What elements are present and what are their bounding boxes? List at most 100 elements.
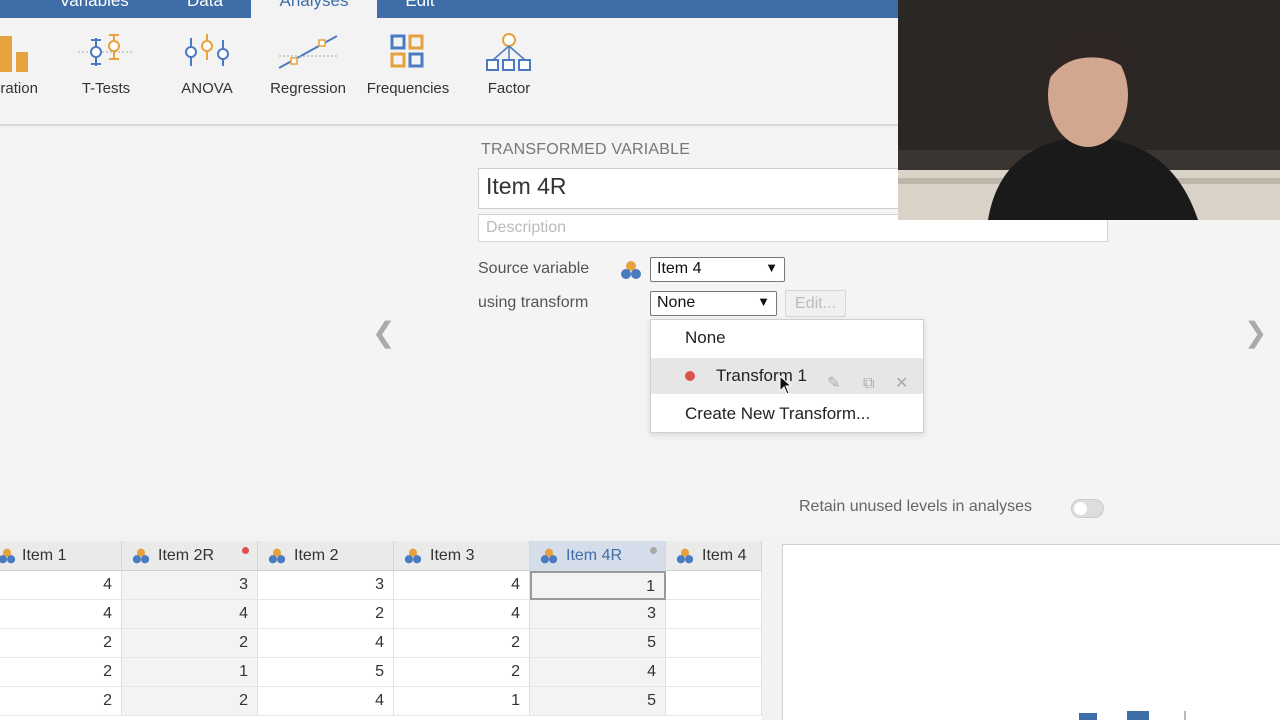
transform-indicator-dot — [242, 547, 249, 554]
table-cell[interactable]: 1 — [394, 687, 530, 716]
ribbon-label: Regression — [270, 80, 346, 97]
ribbon-regression-button[interactable]: Regression — [266, 32, 350, 97]
ribbon-frequencies-button[interactable]: Frequencies — [362, 32, 454, 97]
ribbon-exploration-button[interactable]: oration — [0, 32, 50, 97]
nominal-variable-icon — [268, 548, 286, 564]
nominal-variable-icon — [0, 548, 16, 564]
table-cell[interactable]: 2 — [0, 658, 122, 687]
column-name: Item 2R — [158, 547, 215, 564]
table-cell[interactable] — [666, 629, 762, 658]
mouse-cursor-icon — [779, 375, 793, 395]
ribbon-label: Factor — [487, 80, 531, 97]
frequencies-icon — [390, 34, 424, 68]
table-cell[interactable]: 2 — [0, 629, 122, 658]
column-header-item-2r[interactable]: Item 2R — [122, 541, 258, 571]
previous-variable-arrow-icon[interactable]: ❮ — [372, 316, 395, 349]
chevron-down-icon: ▼ — [757, 294, 770, 309]
transform-value: None — [657, 294, 696, 311]
table-cell[interactable]: 5 — [530, 629, 666, 658]
table-cell[interactable]: 3 — [122, 571, 258, 600]
transform-name: Transform 1 — [716, 366, 808, 385]
dropdown-item-transform-1[interactable]: Transform 1 ✎ ⧉ ✕ — [651, 358, 923, 395]
anova-icon — [185, 34, 229, 66]
ribbon-factor-button[interactable]: Factor — [480, 32, 538, 97]
column-name: Item 4R — [566, 547, 623, 564]
section-title: TRANSFORMED VARIABLE — [481, 141, 691, 158]
table-cell[interactable]: 2 — [394, 629, 530, 658]
column-header-item-2[interactable]: Item 2 — [258, 541, 394, 571]
ribbon-ttests-button[interactable]: T-Tests — [70, 32, 142, 97]
results-panel — [782, 544, 1280, 720]
table-cell[interactable]: 4 — [258, 687, 394, 716]
ribbon-anova-button[interactable]: ANOVA — [172, 32, 242, 97]
tab-variables[interactable]: Variables — [40, 0, 148, 18]
nominal-variable-icon — [540, 548, 558, 564]
table-cell[interactable]: 4 — [530, 658, 666, 687]
column-header-item-4[interactable]: Item 4 — [666, 541, 762, 571]
table-cell[interactable] — [666, 571, 762, 600]
ribbon-label: oration — [0, 80, 38, 97]
table-cell[interactable]: 4 — [0, 571, 122, 600]
column-header-item-4r[interactable]: Item 4R — [530, 541, 666, 571]
table-cell[interactable]: 4 — [394, 571, 530, 600]
ribbon-label: Frequencies — [366, 80, 450, 97]
table-cell[interactable]: 2 — [394, 658, 530, 687]
regression-icon — [278, 35, 338, 69]
column-name: Item 3 — [430, 547, 475, 564]
webcam-video-overlay — [898, 0, 1280, 220]
column-header-item-1[interactable]: Item 1 — [0, 541, 122, 571]
table-cell-selected[interactable]: 1 — [530, 571, 666, 600]
column-name: Item 1 — [22, 547, 67, 564]
transform-color-dot — [685, 371, 695, 381]
dropdown-item-create-new-transform[interactable]: Create New Transform... — [651, 396, 923, 432]
using-transform-label: using transform — [478, 294, 589, 311]
nominal-variable-icon — [621, 261, 641, 279]
ribbon-label: ANOVA — [181, 80, 233, 97]
retain-unused-levels-toggle[interactable] — [1071, 499, 1104, 518]
table-cell[interactable]: 4 — [258, 629, 394, 658]
table-cell[interactable] — [666, 687, 762, 716]
nominal-variable-icon — [404, 548, 422, 564]
exploration-icon — [0, 36, 28, 72]
tab-analyses[interactable]: Analyses — [251, 0, 377, 18]
transform-dropdown-menu: None Transform 1 ✎ ⧉ ✕ Create New Transf… — [650, 319, 924, 433]
source-variable-select[interactable]: Item 4 ▼ — [650, 257, 785, 282]
retain-unused-levels-label: Retain unused levels in analyses — [799, 498, 1033, 515]
ttests-icon — [78, 34, 134, 66]
webcam-person-image — [898, 0, 1280, 220]
dropdown-item-none[interactable]: None — [651, 320, 923, 356]
tab-edit[interactable]: Edit — [390, 0, 450, 18]
table-cell[interactable]: 2 — [122, 687, 258, 716]
results-partial-chart-icon — [1079, 711, 1186, 720]
chevron-down-icon: ▼ — [765, 260, 778, 275]
table-cell[interactable] — [666, 658, 762, 687]
ribbon-label: T-Tests — [81, 80, 131, 97]
edit-transform-button[interactable]: Edit... — [785, 290, 846, 317]
transform-indicator-dot — [650, 547, 657, 554]
spreadsheet-body: 4 3 3 4 1 4 4 2 4 3 2 2 4 2 5 2 1 5 2 4 … — [0, 571, 762, 720]
factor-icon — [486, 33, 531, 71]
next-variable-arrow-icon[interactable]: ❯ — [1244, 316, 1267, 349]
table-cell[interactable]: 4 — [394, 600, 530, 629]
table-cell[interactable]: 2 — [122, 629, 258, 658]
table-cell[interactable]: 4 — [0, 600, 122, 629]
tab-data[interactable]: Data — [170, 0, 240, 18]
table-cell[interactable]: 2 — [0, 687, 122, 716]
table-cell[interactable]: 5 — [530, 687, 666, 716]
column-name: Item 2 — [294, 547, 339, 564]
table-cell[interactable]: 5 — [258, 658, 394, 687]
spreadsheet-header: Item 1 Item 2R Item 2 Item 3 Item 4R Ite… — [0, 541, 762, 571]
column-header-item-3[interactable]: Item 3 — [394, 541, 530, 571]
table-cell[interactable]: 2 — [258, 600, 394, 629]
nominal-variable-icon — [132, 548, 150, 564]
transform-select[interactable]: None ▼ — [650, 291, 777, 316]
table-cell[interactable]: 4 — [122, 600, 258, 629]
table-cell[interactable]: 3 — [530, 600, 666, 629]
nominal-variable-icon — [676, 548, 694, 564]
table-cell[interactable] — [666, 600, 762, 629]
source-variable-label: Source variable — [478, 260, 590, 277]
table-cell[interactable]: 3 — [258, 571, 394, 600]
column-name: Item 4 — [702, 547, 747, 564]
table-cell[interactable]: 1 — [122, 658, 258, 687]
source-variable-value: Item 4 — [657, 260, 702, 277]
